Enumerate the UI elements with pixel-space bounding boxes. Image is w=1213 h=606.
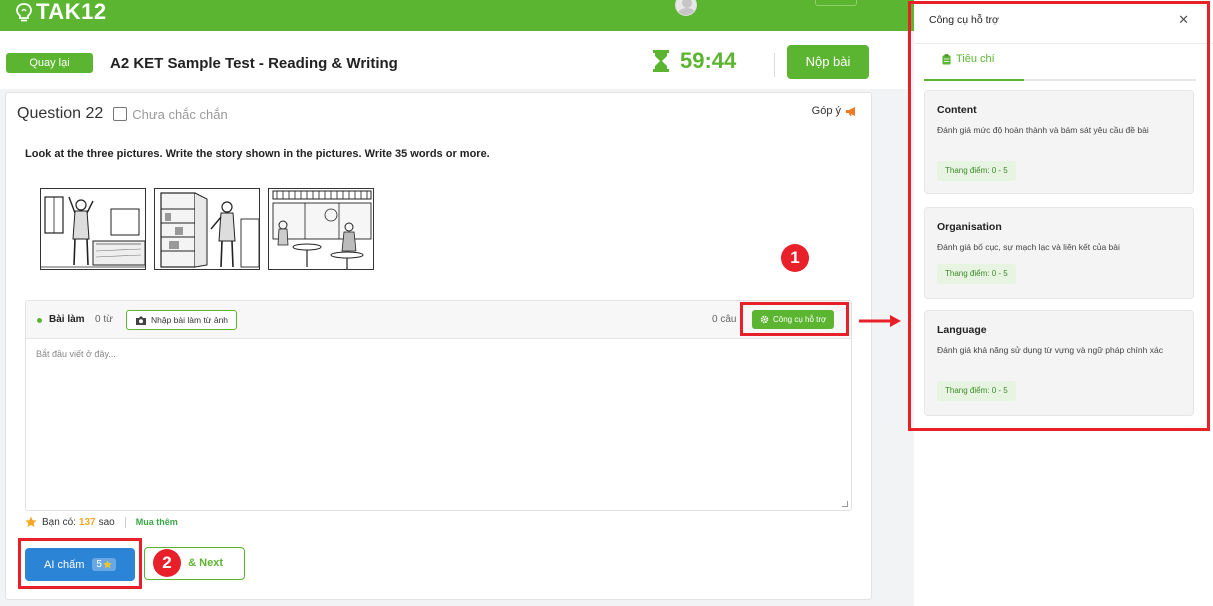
camera-icon (136, 316, 146, 325)
picture-2 (154, 188, 260, 270)
tak12-logo[interactable]: TAK 12 (14, 0, 107, 24)
timer-value: 59:44 (680, 48, 737, 73)
countdown-timer: 59:44 (652, 48, 736, 74)
picture-3 (268, 188, 374, 270)
status-dot (37, 318, 42, 323)
avatar[interactable] (675, 0, 697, 16)
unsure-checkbox[interactable] (113, 107, 128, 121)
logo-text-12: 12 (81, 0, 107, 24)
highlight-ai-grade (18, 538, 142, 589)
divider (124, 516, 126, 528)
answer-label: Bài làm (49, 314, 85, 325)
lightbulb-icon (16, 3, 32, 22)
back-button[interactable]: Quay lại (6, 53, 93, 73)
megaphone-icon (846, 106, 855, 116)
question-card: Question 22 Chưa chắc chắn Góp ý Look at… (5, 92, 872, 600)
answer-textarea[interactable]: Bắt đầu viết ở đây... (36, 349, 116, 359)
sentence-count: 0 câu (712, 314, 737, 325)
answer-toolbar: Bài làm 0 từ Nhập bài làm từ ảnh 0 câu C… (26, 301, 851, 339)
arrow-right-icon (859, 315, 901, 327)
import-photo-label: Nhập bài làm từ ảnh (151, 315, 229, 325)
question-instruction: Look at the three pictures. Write the st… (25, 148, 490, 160)
answer-box: Bài làm 0 từ Nhập bài làm từ ảnh 0 câu C… (25, 300, 852, 511)
step-marker-2: 2 (153, 549, 181, 577)
star-icon (25, 516, 37, 527)
page-title: A2 KET Sample Test - Reading & Writing (110, 55, 398, 72)
resize-handle[interactable] (842, 501, 848, 507)
word-count: 0 từ (95, 314, 113, 325)
picture-1 (40, 188, 146, 270)
test-header: Quay lại A2 KET Sample Test - Reading & … (0, 31, 912, 89)
question-title: Question 22 (17, 105, 104, 122)
import-photo-button[interactable]: Nhập bài làm từ ảnh (126, 310, 238, 330)
buy-more-link[interactable]: Mua thêm (136, 517, 178, 527)
feedback-link[interactable]: Góp ý (812, 105, 857, 117)
star-suffix: sao (98, 516, 115, 528)
unsure-label: Chưa chắc chắn (132, 106, 228, 122)
highlight-support-tools (740, 302, 849, 336)
star-balance: Bạn có: 137 sao Mua thêm (25, 516, 178, 528)
header-divider (774, 53, 775, 77)
top-menu-button[interactable] (815, 0, 857, 6)
story-pictures (40, 188, 374, 270)
star-count: 137 (78, 516, 96, 528)
submit-button[interactable]: Nộp bài (787, 45, 869, 79)
highlight-support-panel (908, 1, 1210, 431)
logo-text-tak: TAK (36, 0, 82, 24)
hourglass-icon (653, 50, 669, 72)
feedback-label: Góp ý (811, 105, 841, 117)
star-prefix: Bạn có: (42, 516, 76, 528)
step-marker-1: 1 (781, 244, 809, 272)
question-header: Question 22 Chưa chắc chắn (17, 105, 228, 123)
